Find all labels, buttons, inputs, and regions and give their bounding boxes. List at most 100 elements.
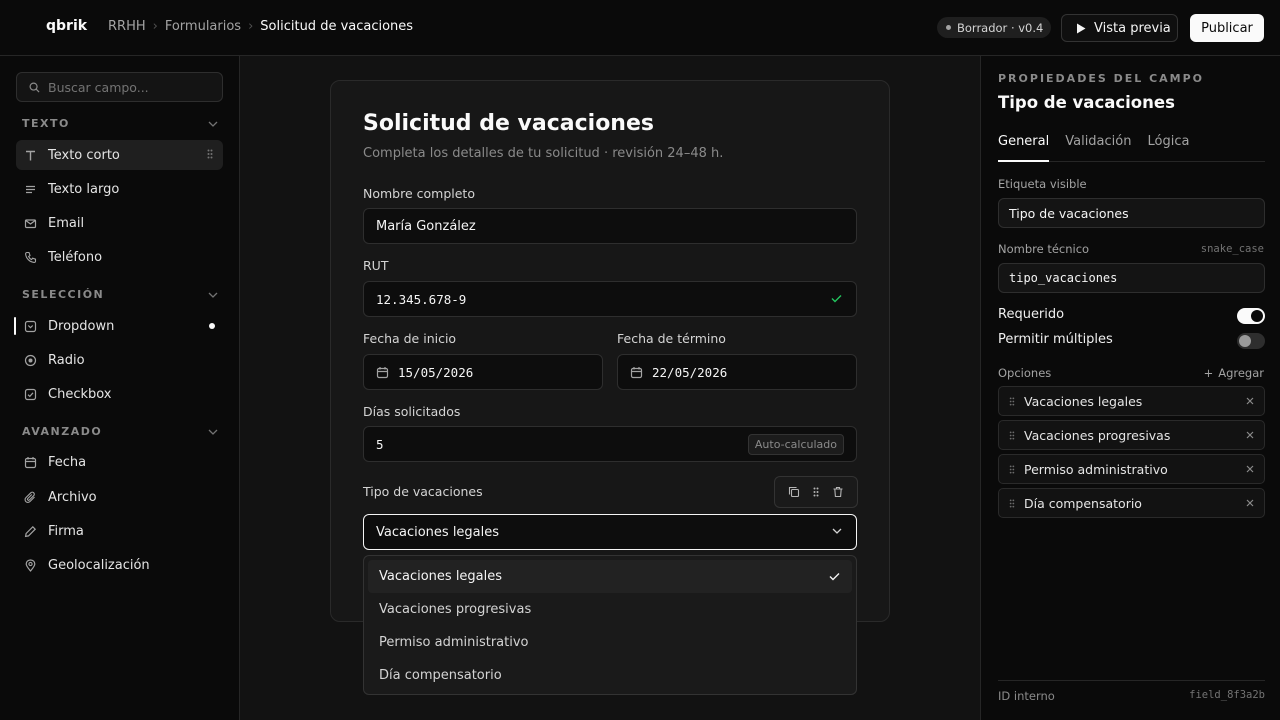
preview-button[interactable]: Vista previa xyxy=(1061,14,1178,42)
tab-logica[interactable]: Lógica xyxy=(1147,134,1189,161)
close-icon[interactable] xyxy=(1246,465,1254,473)
sidebar-item-label: Texto corto xyxy=(48,147,120,163)
close-icon[interactable] xyxy=(1246,499,1254,507)
field-label-nombre: Nombre completo xyxy=(363,186,475,201)
sidebar-item-label: Teléfono xyxy=(48,249,103,265)
option-row[interactable]: Vacaciones legales xyxy=(998,386,1265,416)
tecnico-input[interactable]: tipo_vacaciones xyxy=(998,263,1265,293)
close-icon[interactable] xyxy=(1246,431,1254,439)
multiples-toggle[interactable] xyxy=(1237,333,1265,349)
preview-button-label: Vista previa xyxy=(1094,20,1171,36)
status-badge-label: Borrador · v0.4 xyxy=(957,20,1044,35)
dropdown-option[interactable]: Vacaciones legales xyxy=(368,560,852,593)
chevron-down-icon xyxy=(208,429,218,435)
tecnico-label: Nombre técnico xyxy=(998,242,1090,256)
app-logo[interactable]: qbrik xyxy=(46,18,87,34)
drag-handle-icon[interactable] xyxy=(813,487,819,497)
sidebar-item-firma[interactable]: Firma xyxy=(16,516,223,546)
sidebar-item-label: Archivo xyxy=(48,489,97,505)
duplicate-icon[interactable] xyxy=(788,486,800,498)
sidebar-item-radio[interactable]: Radio xyxy=(16,345,223,375)
requerido-label: Requerido xyxy=(998,307,1065,322)
field-label-tipo: Tipo de vacaciones xyxy=(363,484,483,499)
sidebar-item-texto-corto[interactable]: Texto corto xyxy=(16,140,223,170)
publish-button[interactable]: Publicar xyxy=(1190,14,1264,42)
breadcrumb-formularios[interactable]: Formularios xyxy=(165,19,241,34)
tecnico-value: tipo_vacaciones xyxy=(1009,271,1118,285)
option-row[interactable]: Vacaciones progresivas xyxy=(998,420,1265,450)
search-field[interactable]: Buscar campo... xyxy=(16,72,223,102)
id-label: ID interno xyxy=(998,689,1055,703)
calendar-icon xyxy=(630,366,643,378)
search-input[interactable]: Buscar campo... xyxy=(48,80,149,95)
tecnico-hint: snake_case xyxy=(1200,243,1264,255)
option-label: Día compensatorio xyxy=(379,668,502,683)
option-label: Vacaciones progresivas xyxy=(1024,427,1171,443)
option-row[interactable]: Día compensatorio xyxy=(998,488,1265,518)
drag-handle-icon[interactable] xyxy=(207,149,213,159)
option-row[interactable]: Permiso administrativo xyxy=(998,454,1265,484)
drag-handle-icon[interactable] xyxy=(1009,430,1015,440)
properties-panel: PROPIEDADES DEL CAMPO Tipo de vacaciones… xyxy=(980,56,1280,720)
properties-tabs: General Validación Lógica xyxy=(998,134,1265,162)
option-label: Permiso administrativo xyxy=(1024,461,1168,477)
dropdown-option[interactable]: Permiso administrativo xyxy=(368,626,852,659)
section-header-seleccion[interactable]: SELECCIÓN xyxy=(22,288,218,301)
field-label-dias: Días solicitados xyxy=(363,404,461,419)
add-option-label: Agregar xyxy=(1218,366,1264,380)
form-subtitle: Completa los detalles de tu solicitud · … xyxy=(363,146,724,161)
drag-handle-icon[interactable] xyxy=(1009,464,1015,474)
drag-handle-icon[interactable] xyxy=(1009,498,1015,508)
close-icon[interactable] xyxy=(1246,397,1254,405)
map-pin-icon xyxy=(25,558,36,572)
dropdown-option[interactable]: Día compensatorio xyxy=(368,659,852,692)
phone-icon xyxy=(25,251,37,263)
sidebar-item-label: Radio xyxy=(48,352,85,368)
section-header-avanzado[interactable]: AVANZADO xyxy=(22,425,218,438)
sidebar-item-geolocalizacion[interactable]: Geolocalización xyxy=(16,550,223,580)
active-indicator-dot xyxy=(209,323,215,329)
tab-validacion[interactable]: Validación xyxy=(1065,134,1131,161)
fecha-inicio-field[interactable]: 15/05/2026 xyxy=(363,354,603,390)
nombre-field[interactable]: María González xyxy=(363,208,857,244)
tab-general[interactable]: General xyxy=(998,134,1050,162)
paperclip-icon xyxy=(24,491,35,503)
add-option-button[interactable]: + Agregar xyxy=(1204,366,1264,380)
sidebar-item-archivo[interactable]: Archivo xyxy=(16,482,223,512)
section-header-texto[interactable]: TEXTO xyxy=(22,117,218,130)
text-type-icon xyxy=(26,150,35,160)
sidebar-item-label: Firma xyxy=(48,523,84,539)
option-label: Vacaciones legales xyxy=(379,569,503,584)
rut-field[interactable]: 12.345.678-9 xyxy=(363,281,857,317)
sidebar-item-label: Texto largo xyxy=(48,181,120,197)
field-label-rut: RUT xyxy=(363,258,389,273)
chevron-down-icon xyxy=(208,292,218,298)
requerido-toggle[interactable] xyxy=(1237,308,1265,324)
trash-icon[interactable] xyxy=(832,486,844,498)
etiqueta-input[interactable]: Tipo de vacaciones xyxy=(998,198,1265,228)
chevron-down-icon xyxy=(832,528,842,534)
sidebar-item-telefono[interactable]: Teléfono xyxy=(16,242,223,272)
sidebar-item-dropdown[interactable]: Dropdown xyxy=(14,311,223,341)
dias-value: 5 xyxy=(376,436,384,452)
calendar-icon xyxy=(376,366,389,378)
field-palette-sidebar: Buscar campo... TEXTO Texto corto Texto … xyxy=(0,56,240,720)
fecha-termino-field[interactable]: 22/05/2026 xyxy=(617,354,857,390)
search-icon xyxy=(29,82,40,93)
breadcrumb-rrhh[interactable]: RRHH xyxy=(108,19,146,34)
sidebar-item-email[interactable]: Email xyxy=(16,208,223,238)
sidebar-item-texto-largo[interactable]: Texto largo xyxy=(16,174,223,204)
plus-icon: + xyxy=(1203,366,1214,380)
tipo-vacaciones-select[interactable]: Vacaciones legales xyxy=(363,514,857,550)
panel-footer: ID interno field_8f3a2b xyxy=(998,680,1265,703)
sidebar-item-checkbox[interactable]: Checkbox xyxy=(16,379,223,409)
dropdown-option[interactable]: Vacaciones progresivas xyxy=(368,593,852,626)
chevron-down-icon xyxy=(208,121,218,127)
top-bar: qbrik RRHH › Formularios › Solicitud de … xyxy=(0,0,1280,56)
sidebar-item-fecha[interactable]: Fecha xyxy=(16,447,223,477)
check-icon xyxy=(829,573,840,581)
breadcrumb-separator: › xyxy=(248,19,254,34)
dias-field[interactable]: 5 Auto-calculado xyxy=(363,426,857,462)
drag-handle-icon[interactable] xyxy=(1009,396,1015,406)
breadcrumb: RRHH › Formularios › Solicitud de vacaci… xyxy=(108,19,413,34)
